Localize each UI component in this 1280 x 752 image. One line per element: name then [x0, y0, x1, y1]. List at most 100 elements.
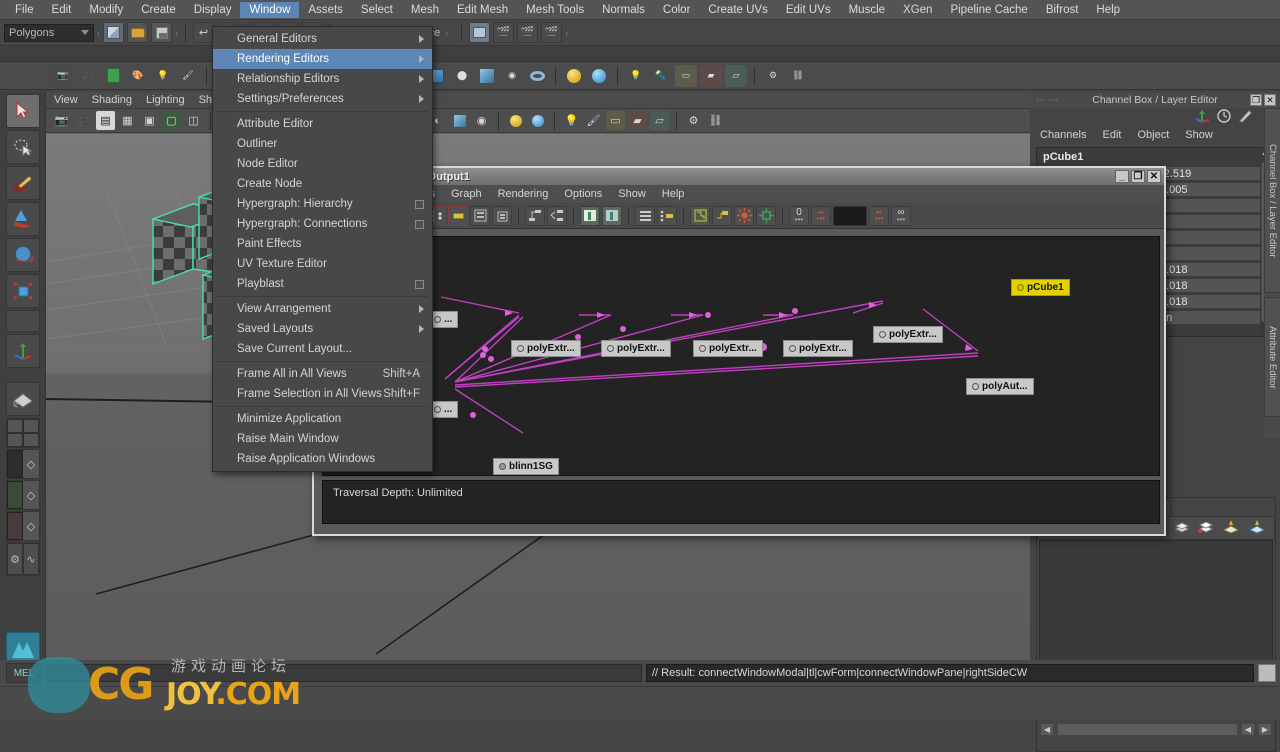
layout-horizontal-icon[interactable] [635, 205, 655, 226]
menu-muscle[interactable]: Muscle [840, 2, 894, 18]
light-volume-icon[interactable]: ▱ [725, 64, 747, 87]
hypergraph-window[interactable]: Hypergraph InputOutput1 _ ❐ ✕ ks Graph R… [312, 166, 1166, 536]
zero-field-icon[interactable]: 0 ••• [789, 205, 809, 226]
layer-options-icon[interactable] [1222, 519, 1240, 537]
layout-hypergraph-persp[interactable]: ◇ [6, 480, 40, 510]
channel-value[interactable]: 0 [1157, 215, 1273, 229]
isolate-select-icon[interactable] [506, 111, 525, 130]
paint-select-tool[interactable] [6, 166, 40, 200]
drag-dots[interactable]: ⋯⋯ [1036, 94, 1059, 106]
menu-color[interactable]: Color [654, 2, 699, 18]
horizontal-scrollbar[interactable] [1057, 722, 1238, 736]
menu-mesh-tools[interactable]: Mesh Tools [517, 2, 593, 18]
select-camera-icon[interactable]: 📷 [52, 111, 71, 130]
channel-value[interactable]: 2.018 [1157, 279, 1273, 293]
menu-pipeline-cache[interactable]: Pipeline Cache [941, 2, 1036, 18]
new-scene-icon[interactable] [103, 22, 124, 43]
resolution-gate-icon[interactable]: ▢ [162, 111, 181, 130]
channel-box-icon[interactable] [1195, 109, 1210, 126]
close-button[interactable]: ✕ [1264, 94, 1276, 106]
graph-node[interactable]: polyExtr... [693, 340, 763, 357]
graph-node[interactable]: pCube1 [1011, 279, 1070, 296]
scroll-next-arrow-icon[interactable]: ▶ [1258, 722, 1272, 736]
hypergraph-menu-rendering[interactable]: Rendering [498, 188, 549, 200]
render-settings-icon[interactable]: 🎬 [541, 22, 563, 43]
layout-vertical-icon[interactable] [657, 205, 677, 226]
option-box-icon[interactable] [415, 279, 424, 289]
menu-help[interactable]: Help [1087, 2, 1129, 18]
new-layer-icon[interactable] [1174, 520, 1190, 537]
graph-node[interactable]: polyExtr... [783, 340, 853, 357]
gate-mask-icon[interactable]: ◫ [184, 111, 203, 130]
render-node-icon[interactable] [734, 205, 754, 226]
scroll-right-arrow-icon[interactable]: ◀ [1241, 722, 1255, 736]
node-graph-icon[interactable]: ⚙ [762, 65, 784, 87]
xray-joints-icon[interactable] [528, 111, 547, 130]
sphere-yellow-icon[interactable] [563, 65, 585, 87]
manipulator-tool[interactable] [6, 334, 40, 368]
camera-icon[interactable]: 📷 [52, 64, 74, 87]
graph-node[interactable]: polyExtr... [511, 340, 581, 357]
scale-tool[interactable] [6, 274, 40, 308]
light-directional-icon[interactable]: ▰ [700, 64, 722, 87]
new-layer-from-selected-icon[interactable] [1198, 520, 1214, 537]
display-icon[interactable]: ▱ [650, 111, 669, 130]
menu-item-create-node[interactable]: Create Node [213, 174, 432, 194]
expand-arrow-icon[interactable]: › [175, 28, 178, 38]
brush-icon[interactable]: 🖌 [177, 65, 199, 87]
object-menu[interactable]: Object [1137, 129, 1169, 141]
tab-attribute-editor[interactable]: Attribute Editor [1264, 297, 1280, 417]
light-area-icon[interactable]: ▭ [675, 64, 697, 87]
menu-item-node-editor[interactable]: Node Editor [213, 154, 432, 174]
menu-window[interactable]: Window [240, 1, 300, 18]
viewport-menu-lighting[interactable]: Lighting [146, 94, 185, 106]
color-swatch-icon[interactable] [833, 205, 867, 226]
mel-language-button[interactable]: MEL [6, 663, 42, 683]
exposure-icon[interactable]: ▭ [606, 111, 625, 130]
camera-attributes-icon[interactable]: 🎥 [74, 111, 93, 130]
menu-select[interactable]: Select [352, 2, 402, 18]
channel-value[interactable]: 0 [1157, 231, 1273, 245]
two-panes-icon[interactable]: ▤ [96, 111, 115, 130]
menu-item-frame-selection-in-all-views[interactable]: Frame Selection in All Views Shift+F [213, 384, 432, 404]
last-tool-used[interactable] [6, 310, 40, 332]
minimize-button[interactable]: _ [1115, 170, 1129, 183]
option-box-icon[interactable] [415, 199, 424, 209]
sphere-blue-icon[interactable] [588, 65, 610, 87]
menu-item-paint-effects[interactable]: Paint Effects [213, 234, 432, 254]
anim-layer-icon[interactable] [1217, 108, 1231, 126]
menu-mesh[interactable]: Mesh [402, 2, 448, 18]
menu-modify[interactable]: Modify [80, 2, 132, 18]
channels-menu[interactable]: Channels [1040, 129, 1086, 141]
menu-item-uv-texture-editor[interactable]: UV Texture Editor [213, 254, 432, 274]
menu-create-uvs[interactable]: Create UVs [699, 2, 776, 18]
menu-normals[interactable]: Normals [593, 2, 654, 18]
graph-node[interactable]: blinn1SG [493, 458, 559, 475]
channel-value[interactable]: -2.519 [1157, 167, 1273, 181]
channel-value[interactable]: 0 [1157, 247, 1273, 261]
menu-edit-uvs[interactable]: Edit UVs [777, 2, 840, 18]
command-input[interactable] [46, 664, 642, 682]
layout-hypershade-persp[interactable]: ◇ [6, 511, 40, 541]
menu-item-view-arrangement[interactable]: View Arrangement [213, 299, 432, 319]
channel-value[interactable]: 2.018 [1157, 295, 1273, 309]
menu-item-minimize-application[interactable]: Minimize Application [213, 409, 432, 429]
menu-item-relationship-editors[interactable]: Relationship Editors [213, 69, 432, 89]
hypergraph-menu-help[interactable]: Help [662, 188, 685, 200]
window-dropdown-menu[interactable]: General Editors Rendering Editors Relation… [212, 26, 433, 472]
tab-channel-box-layer-editor[interactable]: Channel Box / Layer Editor [1264, 108, 1280, 293]
dots-red-icon[interactable]: •• ••• [811, 205, 831, 226]
frame-all-icon[interactable] [580, 205, 600, 226]
menu-display[interactable]: Display [185, 2, 241, 18]
graph-node[interactable]: polyAut... [966, 378, 1034, 395]
menu-xgen[interactable]: XGen [894, 2, 941, 18]
graph-node[interactable]: polyExtr... [601, 340, 671, 357]
menu-item-hypergraph-connections[interactable]: Hypergraph: Connections [213, 214, 432, 234]
ipr-render-icon[interactable]: 🎬 [493, 22, 515, 43]
hypergraph-title-bar[interactable]: Hypergraph InputOutput1 _ ❐ ✕ [314, 168, 1164, 185]
menu-item-save-current-layout[interactable]: Save Current Layout... [213, 339, 432, 359]
undo-icon[interactable]: ↩ [193, 22, 214, 43]
share-nodes-icon[interactable]: ⛓ [787, 65, 809, 87]
graph-node[interactable]: polyExtr... [873, 326, 943, 343]
settings-icon[interactable]: ⚙ [684, 111, 703, 130]
